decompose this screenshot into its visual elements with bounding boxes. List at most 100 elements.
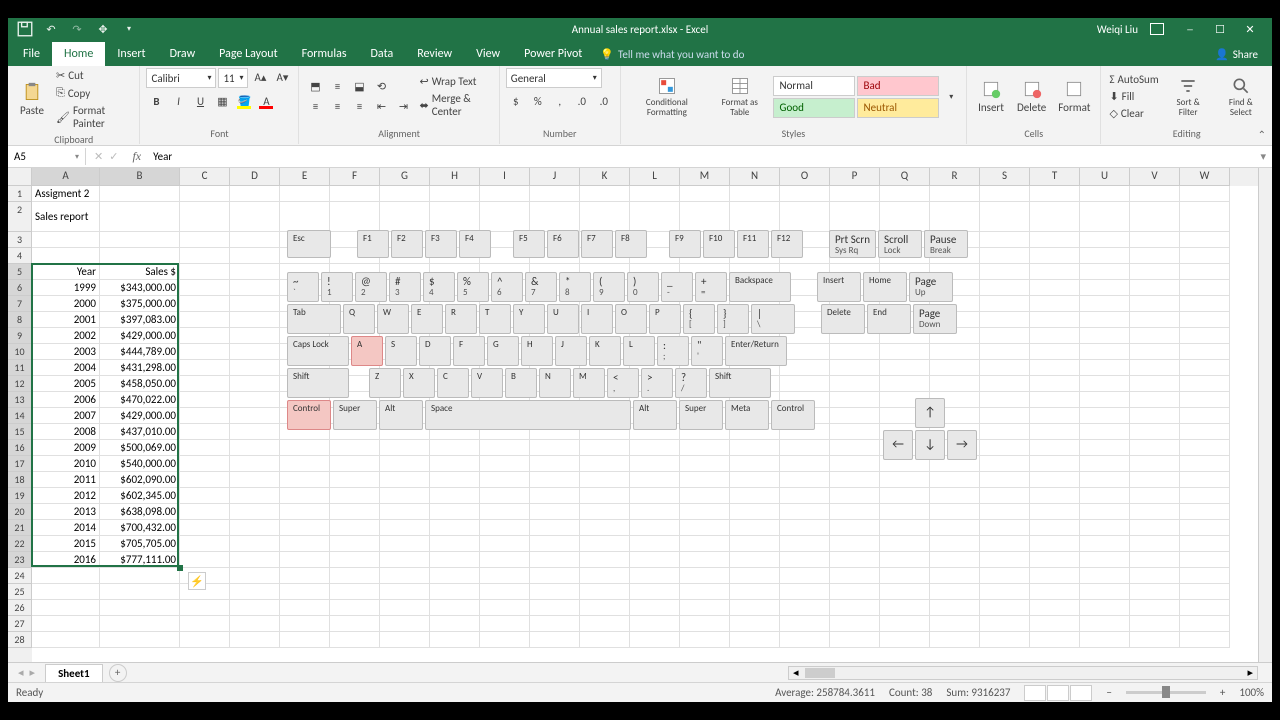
- cell[interactable]: [180, 376, 230, 392]
- cell[interactable]: [32, 616, 100, 632]
- cell[interactable]: [930, 552, 980, 568]
- cell[interactable]: [280, 600, 330, 616]
- column-header[interactable]: A: [32, 168, 100, 186]
- cell[interactable]: [530, 520, 580, 536]
- key[interactable]: F2: [391, 230, 423, 258]
- key[interactable]: Super: [679, 400, 723, 430]
- cell[interactable]: [1130, 424, 1180, 440]
- cell[interactable]: [580, 536, 630, 552]
- cell[interactable]: [730, 568, 780, 584]
- cell[interactable]: [1030, 376, 1080, 392]
- cell[interactable]: [1080, 376, 1130, 392]
- cell[interactable]: [180, 360, 230, 376]
- key[interactable]: Esc: [287, 230, 331, 258]
- cell[interactable]: [830, 632, 880, 648]
- key[interactable]: Enter/Return: [725, 336, 787, 366]
- cell[interactable]: [1030, 264, 1080, 280]
- cell[interactable]: [680, 584, 730, 600]
- cell[interactable]: [1030, 344, 1080, 360]
- column-header[interactable]: D: [230, 168, 280, 186]
- cell[interactable]: [180, 280, 230, 296]
- key[interactable]: Backspace: [729, 272, 791, 302]
- cell[interactable]: [1080, 424, 1130, 440]
- cell[interactable]: 2004: [32, 360, 100, 376]
- cell[interactable]: [1080, 616, 1130, 632]
- key[interactable]: F7: [581, 230, 613, 258]
- cell[interactable]: [430, 616, 480, 632]
- cell[interactable]: [230, 536, 280, 552]
- cell[interactable]: [230, 202, 280, 232]
- cell[interactable]: [680, 186, 730, 202]
- cell[interactable]: [1130, 568, 1180, 584]
- cell[interactable]: [980, 232, 1030, 248]
- row-header[interactable]: 15: [8, 424, 32, 440]
- cell[interactable]: [680, 536, 730, 552]
- cell[interactable]: [430, 536, 480, 552]
- column-header[interactable]: K: [580, 168, 630, 186]
- cell[interactable]: [580, 186, 630, 202]
- cell[interactable]: [1130, 344, 1180, 360]
- cell[interactable]: [430, 472, 480, 488]
- fill-color-button[interactable]: 🪣: [234, 92, 254, 110]
- fill-button[interactable]: ⬇Fill: [1107, 89, 1160, 104]
- cell[interactable]: [100, 584, 180, 600]
- tell-me[interactable]: 💡Tell me what you want to do: [594, 43, 750, 66]
- cell[interactable]: [1130, 472, 1180, 488]
- key[interactable]: M: [573, 368, 605, 398]
- key[interactable]: O: [615, 304, 647, 334]
- cell[interactable]: [830, 616, 880, 632]
- cell[interactable]: [830, 472, 880, 488]
- cell[interactable]: [1180, 456, 1230, 472]
- cell[interactable]: [1080, 488, 1130, 504]
- cell[interactable]: [980, 520, 1030, 536]
- cell[interactable]: [680, 600, 730, 616]
- tab-review[interactable]: Review: [405, 42, 464, 66]
- cell[interactable]: [480, 488, 530, 504]
- cell[interactable]: [880, 488, 930, 504]
- border-button[interactable]: ▦: [212, 92, 232, 110]
- cell[interactable]: [980, 456, 1030, 472]
- spreadsheet-grid[interactable]: ABCDEFGHIJKLMNOPQRSTUVW 1234567891011121…: [8, 168, 1272, 662]
- cell[interactable]: [1180, 536, 1230, 552]
- cell[interactable]: [1180, 600, 1230, 616]
- horizontal-scrollbar[interactable]: ◂▸: [788, 666, 1258, 680]
- cell[interactable]: [1030, 568, 1080, 584]
- cancel-formula-icon[interactable]: ✕: [94, 150, 103, 163]
- column-header[interactable]: B: [100, 168, 180, 186]
- column-header[interactable]: E: [280, 168, 330, 186]
- save-icon[interactable]: [16, 20, 34, 38]
- cell[interactable]: [100, 616, 180, 632]
- cell[interactable]: [880, 568, 930, 584]
- cell[interactable]: [830, 488, 880, 504]
- cell[interactable]: 2000: [32, 296, 100, 312]
- zoom-level[interactable]: 100%: [1239, 686, 1264, 699]
- key[interactable]: K: [589, 336, 621, 366]
- cell[interactable]: [280, 568, 330, 584]
- cell[interactable]: [1180, 280, 1230, 296]
- cell[interactable]: [1130, 504, 1180, 520]
- cell[interactable]: [1180, 360, 1230, 376]
- cell[interactable]: [980, 328, 1030, 344]
- cell[interactable]: [1080, 568, 1130, 584]
- cell[interactable]: [980, 202, 1030, 232]
- cell[interactable]: [1030, 616, 1080, 632]
- cell[interactable]: [1180, 472, 1230, 488]
- cell[interactable]: [480, 440, 530, 456]
- cell[interactable]: [1130, 232, 1180, 248]
- cell[interactable]: [530, 632, 580, 648]
- cell[interactable]: [630, 616, 680, 632]
- key[interactable]: "': [691, 336, 723, 366]
- key[interactable]: Q: [343, 304, 375, 334]
- cell[interactable]: [1080, 186, 1130, 202]
- cell[interactable]: Sales $: [100, 264, 180, 280]
- find-select-button[interactable]: Find & Select: [1216, 74, 1266, 120]
- increase-indent-icon[interactable]: ⇥: [393, 98, 413, 116]
- cell[interactable]: [100, 600, 180, 616]
- cell[interactable]: [480, 472, 530, 488]
- cell[interactable]: [1030, 312, 1080, 328]
- cell[interactable]: [1130, 536, 1180, 552]
- cell[interactable]: [1080, 248, 1130, 264]
- key[interactable]: I: [581, 304, 613, 334]
- cell[interactable]: $602,345.00: [100, 488, 180, 504]
- cell[interactable]: [430, 632, 480, 648]
